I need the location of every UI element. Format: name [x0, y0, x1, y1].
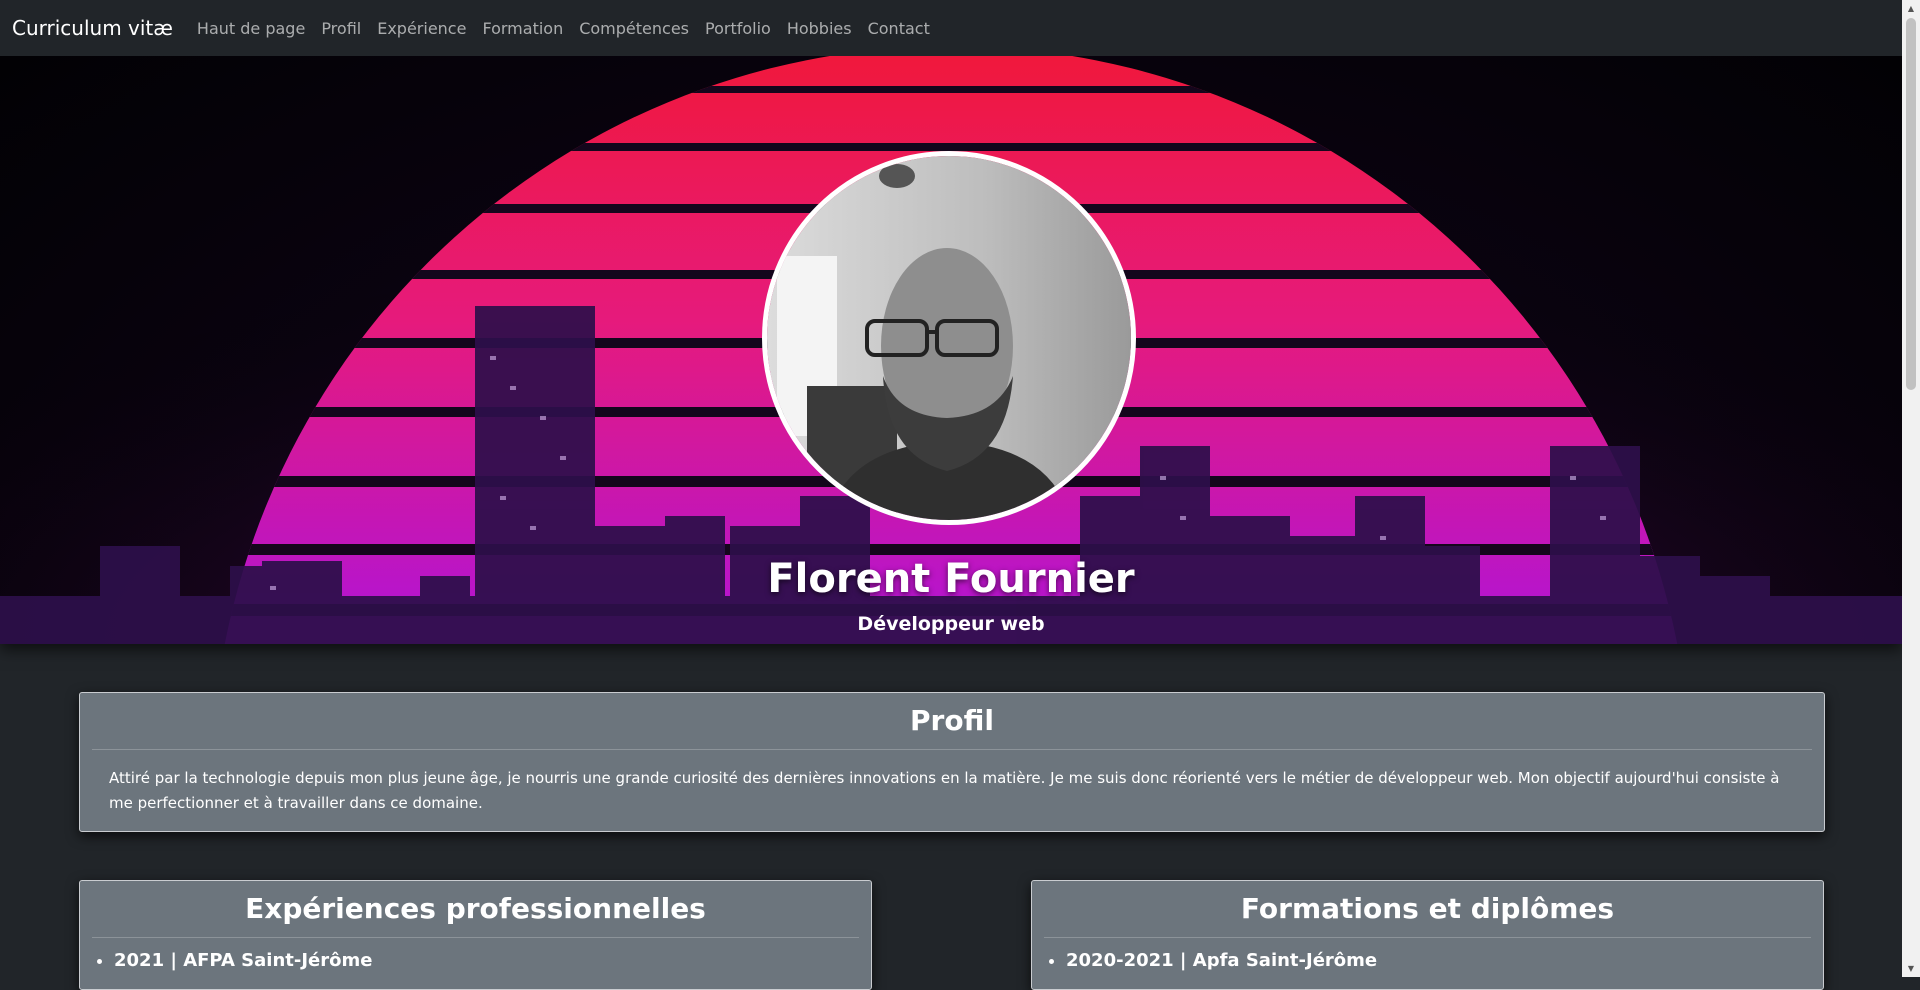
formations-heading: Formations et diplômes — [1044, 881, 1811, 938]
nav-link-competences[interactable]: Compétences — [579, 19, 689, 38]
scrollbar-thumb[interactable] — [1906, 18, 1916, 390]
profile-photo — [762, 151, 1136, 525]
nav-link-experience[interactable]: Expérience — [377, 19, 466, 38]
profil-card: Profil Attiré par la technologie depuis … — [79, 692, 1825, 832]
hero-banner: Florent Fournier Développeur web — [0, 56, 1902, 644]
top-navbar: Curriculum vitæ Haut de page Profil Expé… — [0, 0, 1902, 56]
profil-text: Attiré par la technologie depuis mon plu… — [109, 769, 1780, 812]
hero-job-title: Développeur web — [857, 613, 1045, 635]
experiences-card: Expériences professionnelles 2021 | AFPA… — [79, 880, 872, 990]
nav-link-contact[interactable]: Contact — [868, 19, 930, 38]
nav-link-profil[interactable]: Profil — [321, 19, 361, 38]
navbar-brand[interactable]: Curriculum vitæ — [12, 16, 173, 40]
nav-link-hobbies[interactable]: Hobbies — [787, 19, 852, 38]
nav-link-portfolio[interactable]: Portfolio — [705, 19, 771, 38]
formation-item: 2020-2021 | Apfa Saint-Jérôme — [1066, 950, 1823, 971]
nav-link-haut-de-page[interactable]: Haut de page — [197, 19, 305, 38]
hero-name: Florent Fournier — [767, 556, 1135, 602]
scroll-up-arrow-icon[interactable]: ▲ — [1902, 0, 1920, 17]
page-scrollbar[interactable]: ▲ ▼ — [1902, 0, 1920, 977]
profil-heading: Profil — [92, 693, 1812, 750]
formations-card: Formations et diplômes 2020-2021 | Apfa … — [1031, 880, 1824, 990]
nav-link-formation[interactable]: Formation — [482, 19, 563, 38]
experience-item: 2021 | AFPA Saint-Jérôme — [114, 950, 871, 971]
experiences-heading: Expériences professionnelles — [92, 881, 859, 938]
scroll-down-arrow-icon[interactable]: ▼ — [1902, 960, 1920, 977]
